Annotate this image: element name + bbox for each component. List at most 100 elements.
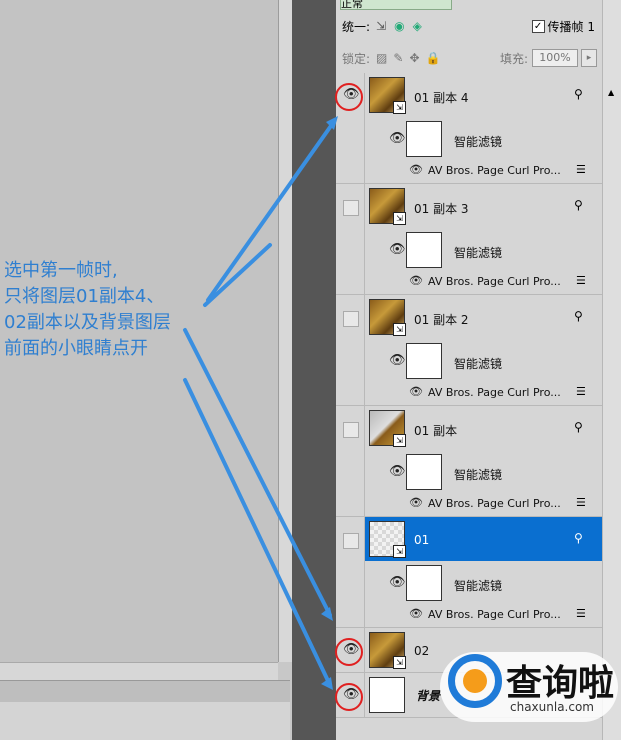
filter-options-icon[interactable]: ⚲ <box>574 198 583 212</box>
unify-visibility-icon[interactable]: ◉ <box>394 19 404 33</box>
lock-all-icon[interactable]: 🔒 <box>426 51 441 65</box>
effect-name[interactable]: AV Bros. Page Curl Pro... <box>428 275 561 288</box>
filter-mask-thumbnail <box>406 232 442 268</box>
effect-eye-icon[interactable]: 👁 <box>409 607 423 620</box>
logo-dot <box>463 669 487 693</box>
effect-name[interactable]: AV Bros. Page Curl Pro... <box>428 497 561 510</box>
annotation-text: 选中第一帧时, 只将图层01副本4、 02副本以及背景图层 前面的小眼睛点开 <box>4 258 244 362</box>
smart-object-icon: ⇲ <box>393 101 406 114</box>
canvas-vertical-scrollbar[interactable] <box>278 0 293 662</box>
layer-row[interactable]: ⇲ 01 ⚲ 👁 智能滤镜 👁 AV Bros. Page Curl Pro..… <box>336 517 602 628</box>
filter-eye-icon[interactable]: 👁 <box>389 464 406 479</box>
fill-label: 填充: <box>499 51 528 66</box>
highlight-circle <box>335 83 363 111</box>
filter-mask-thumbnail <box>406 121 442 157</box>
layer-visibility-cell[interactable] <box>336 295 365 405</box>
timeline-area <box>0 702 290 740</box>
filter-eye-icon[interactable]: 👁 <box>389 353 406 368</box>
filter-options-icon[interactable]: ⚲ <box>574 420 583 434</box>
smart-object-icon: ⇲ <box>393 323 406 336</box>
layer-name[interactable]: 01 副本 4 <box>414 89 469 106</box>
propagate-label: 传播帧 1 <box>547 19 595 34</box>
propagate-frame[interactable]: ✓ 传播帧 1 <box>531 18 595 35</box>
smart-object-icon: ⇲ <box>393 545 406 558</box>
scroll-up-icon[interactable]: ▲ <box>608 88 614 97</box>
layer-name[interactable]: 01 副本 3 <box>414 200 469 217</box>
watermark-logo: 查询啦 chaxunla.com <box>440 652 618 722</box>
filter-options-icon[interactable]: ⚲ <box>574 87 583 101</box>
fill-arrow-icon[interactable]: ▸ <box>581 49 597 67</box>
layer-name[interactable]: 01 副本 <box>414 422 457 439</box>
lock-row: 锁定: ▨ ✎ ✥ 🔒 填充: 100% ▸ <box>336 46 621 70</box>
layers-panel: 正常 统一: ⇲ ◉ ◈ ✓ 传播帧 1 锁定: ▨ ✎ ✥ 🔒 填充: 100… <box>336 0 621 740</box>
layer-row[interactable]: 👁 ⇲ 01 副本 4 ⚲ 👁 智能滤镜 👁 AV Bros. Page Cur… <box>336 73 602 184</box>
canvas-horizontal-scrollbar[interactable] <box>0 662 278 681</box>
blend-row: 正常 <box>336 0 621 10</box>
filter-mask-thumbnail <box>406 343 442 379</box>
layer-visibility-cell[interactable] <box>336 517 365 627</box>
filter-eye-icon[interactable]: 👁 <box>389 242 406 257</box>
filter-options-icon[interactable]: ⚲ <box>574 309 583 323</box>
blend-mode-select[interactable]: 正常 <box>340 0 452 10</box>
lock-transparent-icon[interactable]: ▨ <box>376 51 387 65</box>
effect-options-icon[interactable]: ☰ <box>576 274 586 287</box>
layer-name[interactable]: 02 <box>414 644 429 658</box>
effect-name[interactable]: AV Bros. Page Curl Pro... <box>428 608 561 621</box>
visibility-box[interactable] <box>343 533 359 549</box>
watermark-url: chaxunla.com <box>510 700 594 714</box>
filter-options-icon[interactable]: ⚲ <box>574 531 583 545</box>
filter-eye-icon[interactable]: 👁 <box>389 575 406 590</box>
effect-eye-icon[interactable]: 👁 <box>409 496 423 509</box>
unify-style-icon[interactable]: ◈ <box>413 19 422 33</box>
effect-eye-icon[interactable]: 👁 <box>409 385 423 398</box>
layer-visibility-cell[interactable] <box>336 406 365 516</box>
effect-name[interactable]: AV Bros. Page Curl Pro... <box>428 386 561 399</box>
filter-mask-thumbnail <box>406 565 442 601</box>
canvas-area <box>0 0 278 740</box>
timeline-header <box>0 680 290 703</box>
effect-name[interactable]: AV Bros. Page Curl Pro... <box>428 164 561 177</box>
smart-filter-label: 智能滤镜 <box>454 579 503 593</box>
layer-name[interactable]: 背景 <box>416 687 440 704</box>
layer-name[interactable]: 01 <box>414 533 429 547</box>
effect-eye-icon[interactable]: 👁 <box>409 274 423 287</box>
visibility-box[interactable] <box>343 200 359 216</box>
fill-input[interactable]: 100% <box>532 49 578 67</box>
effect-eye-icon[interactable]: 👁 <box>409 163 423 176</box>
filter-eye-icon[interactable]: 👁 <box>389 131 406 146</box>
watermark-text: 查询啦 <box>506 663 615 704</box>
smart-filter-label: 智能滤镜 <box>454 246 503 260</box>
layer-visibility-cell[interactable] <box>336 184 365 294</box>
smart-object-icon: ⇲ <box>393 434 406 447</box>
effect-options-icon[interactable]: ☰ <box>576 496 586 509</box>
unify-label: 统一: <box>342 19 371 34</box>
effect-options-icon[interactable]: ☰ <box>576 163 586 176</box>
effect-options-icon[interactable]: ☰ <box>576 607 586 620</box>
annotation-line: 只将图层01副本4、 <box>4 286 165 307</box>
smart-object-icon: ⇲ <box>393 212 406 225</box>
lock-label: 锁定: <box>342 51 371 66</box>
lock-paint-icon[interactable]: ✎ <box>393 51 403 65</box>
unify-row: 统一: ⇲ ◉ ◈ ✓ 传播帧 1 <box>336 14 621 38</box>
highlight-circle <box>335 638 363 666</box>
unify-position-icon[interactable]: ⇲ <box>376 19 386 33</box>
chaxunla-logo-icon <box>448 654 502 708</box>
layer-name[interactable]: 01 副本 2 <box>414 311 469 328</box>
lock-move-icon[interactable]: ✥ <box>409 51 419 65</box>
smart-object-icon: ⇲ <box>393 656 406 669</box>
layer-row[interactable]: ⇲ 01 副本 2 ⚲ 👁 智能滤镜 👁 AV Bros. Page Curl … <box>336 295 602 406</box>
visibility-box[interactable] <box>343 311 359 327</box>
panel-divider <box>292 0 336 740</box>
layers-scrollbar[interactable]: ▲ <box>602 0 621 740</box>
propagate-checkbox[interactable]: ✓ <box>531 19 545 33</box>
layer-thumbnail <box>369 677 405 713</box>
annotation-line: 前面的小眼睛点开 <box>4 338 148 359</box>
visibility-box[interactable] <box>343 422 359 438</box>
highlight-circle <box>335 683 363 711</box>
smart-filter-label: 智能滤镜 <box>454 468 503 482</box>
layer-row[interactable]: ⇲ 01 副本 3 ⚲ 👁 智能滤镜 👁 AV Bros. Page Curl … <box>336 184 602 295</box>
layer-row[interactable]: ⇲ 01 副本 ⚲ 👁 智能滤镜 👁 AV Bros. Page Curl Pr… <box>336 406 602 517</box>
smart-filter-label: 智能滤镜 <box>454 135 503 149</box>
effect-options-icon[interactable]: ☰ <box>576 385 586 398</box>
annotation-line: 02副本以及背景图层 <box>4 312 171 333</box>
